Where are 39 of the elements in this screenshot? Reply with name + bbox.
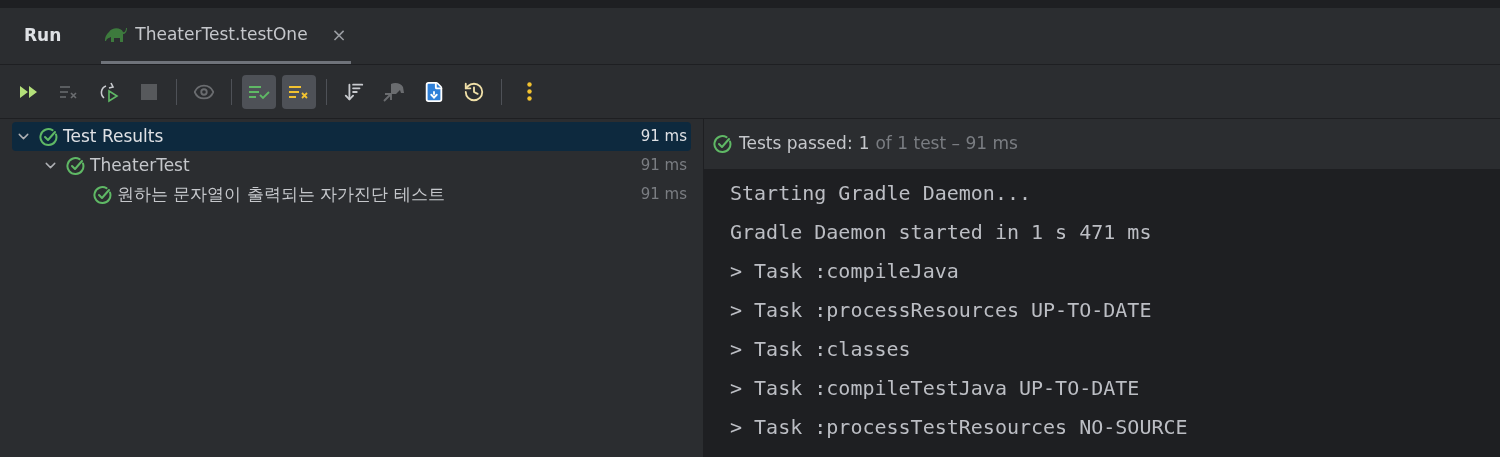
stop-icon	[141, 83, 157, 100]
more-icon	[526, 82, 532, 101]
tree-item[interactable]: 원하는 문자열이 출력되는 자가진단 테스트 91 ms	[12, 180, 691, 209]
elephant-icon	[105, 26, 128, 43]
tree-item[interactable]: TheaterTest 91 ms	[12, 151, 691, 180]
summary-detail: of 1 test – 91 ms	[875, 132, 1018, 156]
toolbar-button[interactable]	[282, 74, 316, 109]
test-name: 원하는 문자열이 출력되는 자가진단 테스트	[117, 182, 445, 206]
test-name: Test Results	[63, 124, 164, 148]
toolbar-button[interactable]	[242, 74, 276, 109]
panel-title: Run	[24, 24, 62, 48]
cycle-play-icon	[98, 80, 120, 103]
console-line: > Task :classes	[730, 336, 912, 363]
console-line: > Task :processTestResources NO-SOURCE	[730, 414, 1189, 441]
console-line: > Task :compileJava	[730, 258, 960, 285]
double-play-icon	[19, 84, 39, 99]
duration-text: 91 ms	[640, 155, 687, 177]
lines-check-icon	[248, 83, 270, 100]
console-line: > Task :processResources UP-TO-DATE	[730, 297, 1153, 324]
check-circle-icon	[66, 155, 86, 176]
check-circle-icon	[39, 126, 59, 147]
file-export-icon	[423, 80, 445, 103]
check-circle-icon	[713, 134, 733, 154]
summary-label: Tests passed:	[739, 132, 853, 156]
lines-x-icon	[59, 83, 79, 100]
lines-x-icon	[288, 83, 310, 100]
console-line: > Task :compileTestJava UP-TO-DATE	[730, 375, 1141, 402]
passed-count: 1	[858, 132, 870, 156]
history-icon	[463, 80, 485, 103]
run-tab[interactable]: TheaterTest.testOne ×	[101, 8, 351, 64]
close-button[interactable]: ×	[331, 21, 347, 48]
console-line: Gradle Daemon started in 1 s 471 ms	[730, 219, 1153, 246]
test-name: TheaterTest	[90, 153, 190, 177]
check-circle-icon	[93, 184, 113, 205]
arrow-elephant-icon	[382, 80, 406, 103]
duration-text: 91 ms	[640, 184, 687, 206]
console-line: Starting Gradle Daemon...	[730, 180, 1033, 207]
tree-item[interactable]: Test Results 91 ms	[12, 122, 691, 151]
duration-text: 91 ms	[640, 126, 687, 148]
